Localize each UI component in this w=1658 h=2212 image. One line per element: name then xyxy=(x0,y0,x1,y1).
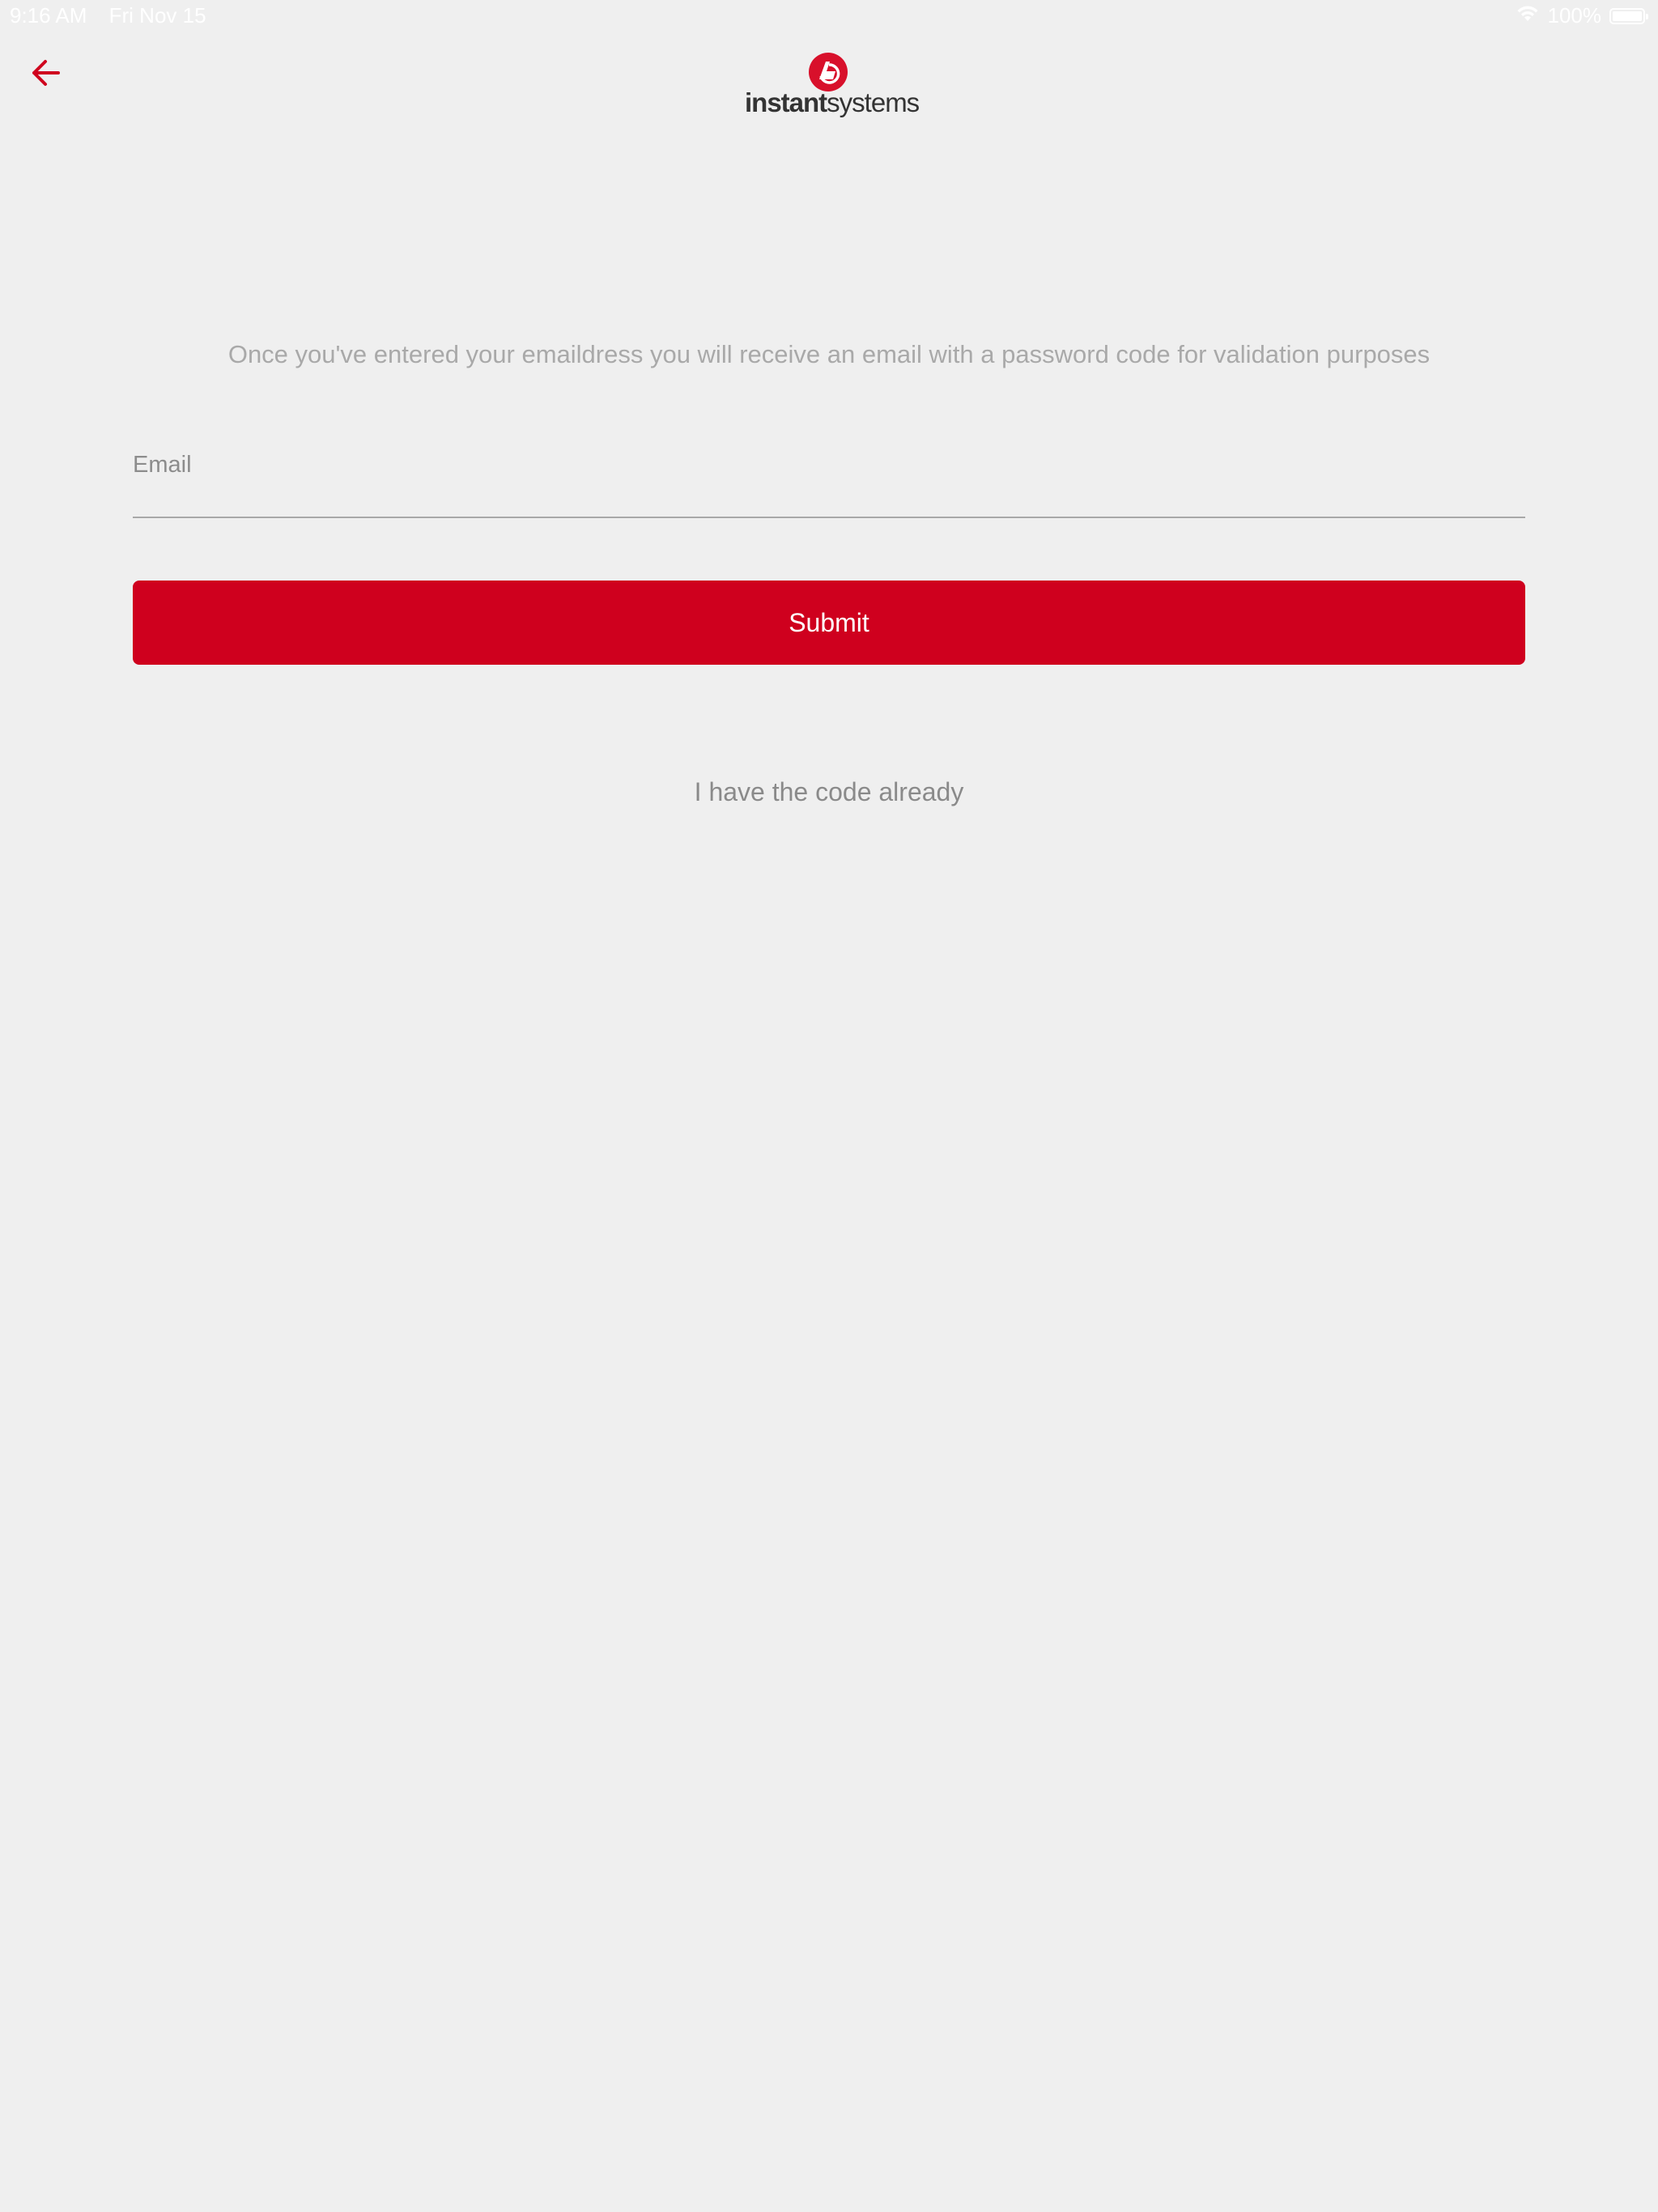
battery-icon xyxy=(1609,7,1648,24)
logo-text-light: systems xyxy=(827,87,920,117)
logo-mark-icon xyxy=(808,52,848,92)
logo-wordmark: instantsystems xyxy=(745,87,920,118)
battery-level xyxy=(1613,11,1642,21)
arrow-left-icon xyxy=(29,58,62,91)
have-code-link[interactable]: I have the code already xyxy=(0,777,1658,807)
back-button[interactable] xyxy=(24,53,66,96)
status-right: 100% xyxy=(1516,3,1648,28)
status-bar: 9:16 AM Fri Nov 15 100% xyxy=(0,0,1658,32)
email-field[interactable] xyxy=(133,445,1525,518)
logo-text-bold: instant xyxy=(745,87,827,117)
info-text: Once you've entered your emaildress you … xyxy=(227,340,1431,368)
status-time: 9:16 AM xyxy=(10,3,87,28)
status-date: Fri Nov 15 xyxy=(108,3,206,28)
instantsystems-logo: instantsystems xyxy=(745,52,920,125)
battery-percentage: 100% xyxy=(1547,3,1602,28)
wifi-icon xyxy=(1516,3,1540,28)
status-left: 9:16 AM Fri Nov 15 xyxy=(10,3,223,28)
have-code-label: I have the code already xyxy=(694,777,964,806)
submit-label: Submit xyxy=(789,607,869,637)
email-input[interactable] xyxy=(133,445,1525,484)
submit-button[interactable]: Submit xyxy=(133,581,1525,665)
